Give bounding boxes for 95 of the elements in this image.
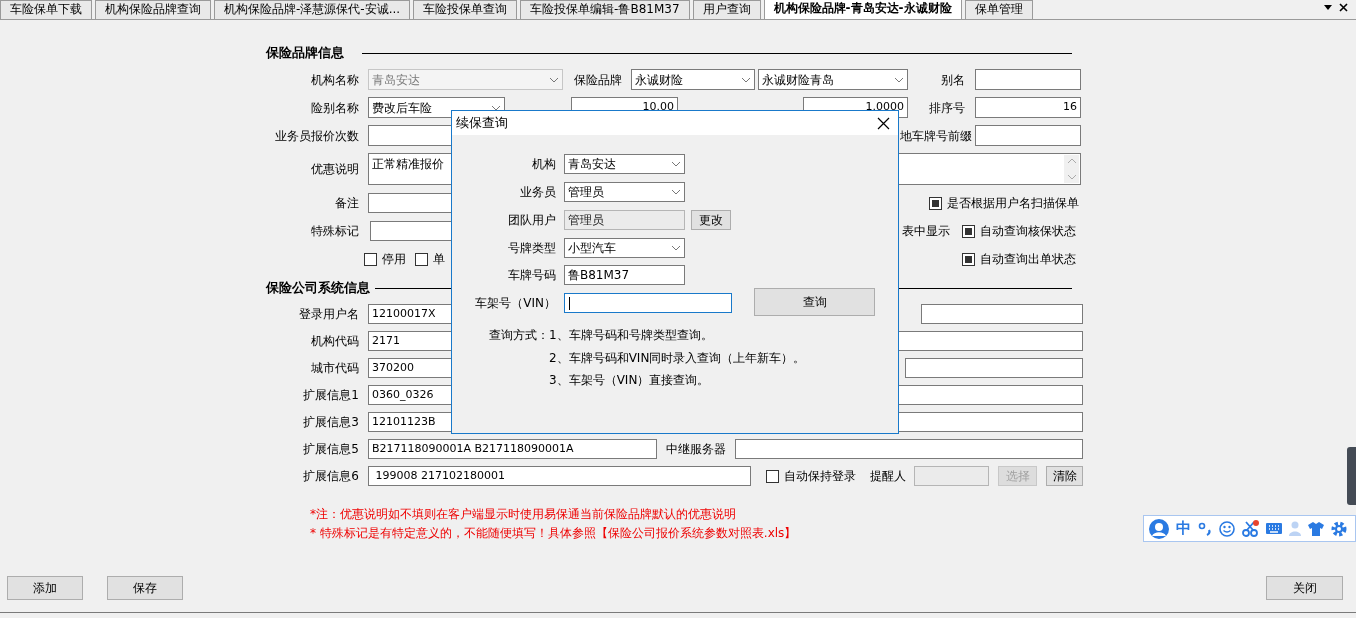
section-title: 保险品牌信息 [266,44,345,63]
shirt-icon[interactable] [1308,521,1324,536]
field-label: 排序号 [928,99,965,117]
checkbox[interactable] [364,252,377,266]
input-field[interactable] [898,331,1083,351]
field-label: 机构名称 [310,71,359,89]
chevron-icon[interactable] [894,76,904,83]
field-label: 登录用户名 [298,306,359,323]
tab[interactable]: 机构保险品牌-泽慧源保代-安诚... [214,0,411,19]
button[interactable]: 清除 [1046,466,1083,486]
dropdown[interactable]: 小型汽车 [564,238,685,258]
checkbox[interactable] [929,196,942,210]
input-field[interactable] [975,69,1081,90]
field-label: 扩展信息6 [302,468,359,485]
chevron-icon[interactable] [671,189,681,195]
button[interactable]: 关闭 [1266,576,1343,600]
tab[interactable]: 机构保险品牌-青岛安达-永诚财险 [763,0,962,19]
input-field[interactable] [735,439,1083,459]
field-label: 车架号（VIN） [474,295,556,312]
level-meter-icon [1347,447,1356,505]
field-label: 业务员报价次数 [274,127,359,145]
field-label: 扩展信息1 [302,387,359,404]
text-cursor [569,296,570,310]
field-label: 业务员 [519,184,556,201]
note-text: *注：优惠说明如不填则在客户端显示时使用易保通当前保险品牌默认的优惠说明 [309,506,736,522]
input-field[interactable] [975,125,1081,146]
dropdown-icon[interactable] [1323,3,1333,12]
field-label: 别名 [940,71,965,89]
button[interactable]: 添加 [7,576,83,600]
checkbox[interactable] [766,469,779,483]
checkbox-label: 单 [433,251,445,268]
chevron-icon[interactable] [741,76,751,83]
query-hint-text: 3、车架号（VIN）直接查询。 [549,372,710,388]
checkbox-label: 自动查询核保状态 [980,223,1076,240]
dropdown[interactable]: 青岛安达 [564,154,685,174]
query-hint-text: 2、车牌号码和VIN同时录入查询（上年新车）。 [549,350,806,366]
chevron-icon[interactable] [671,245,681,251]
close-icon[interactable] [877,116,890,130]
field-label: 优惠说明 [310,161,359,178]
dropdown[interactable]: 管理员 [564,182,685,202]
input-field[interactable]: 16 [975,97,1081,118]
tab[interactable]: 机构保险品牌查询 [95,0,211,19]
tab[interactable]: 用户查询 [692,0,761,19]
settings-icon[interactable] [1331,520,1347,537]
input-field[interactable] [898,412,1083,432]
smiley-icon[interactable] [1219,520,1235,537]
field-label: 城市代码 [310,360,359,377]
tab[interactable]: 保单管理 [964,0,1033,19]
chevron-icon[interactable] [671,161,681,167]
tab[interactable]: 车险投保单查询 [413,0,518,19]
close-icon[interactable] [1339,3,1348,12]
field-label: 机构代码 [310,333,359,350]
input-field[interactable]: B217118090001A B217118090001A [368,439,657,459]
keyboard-icon[interactable] [1266,522,1282,535]
field-label: 扩展信息5 [302,441,359,458]
checkbox-label: 自动查询出单状态 [980,251,1076,268]
checkbox-label: 是否根据用户名扫描保单 [947,195,1079,212]
tab[interactable]: 车险投保单编辑-鲁B81M37 [520,0,690,19]
input-field[interactable] [921,304,1083,324]
field-label: 表中显示 [901,223,950,240]
button[interactable]: 保存 [107,576,183,600]
input-field[interactable] [564,293,732,313]
dropdown[interactable]: 永诚财险青岛 [758,69,908,90]
input-field[interactable] [905,358,1083,378]
field-label: 备注 [334,195,359,212]
checkbox-label: 自动保持登录 [784,468,856,485]
query-hint-text: 查询方式：1、车牌号码和号牌类型查询。 [489,327,713,343]
field-label: 号牌类型 [507,240,556,257]
field-label: 特殊标记 [310,223,359,240]
field-label: 险别名称 [310,99,359,117]
field-label: 提醒人 [869,468,906,485]
input-field[interactable]: 鲁B81M37 [564,265,685,285]
tab[interactable]: 车险保单下载 [0,0,92,19]
button[interactable]: 查询 [754,288,875,316]
scissors-icon[interactable] [1242,520,1259,537]
field-label: 团队用户 [507,212,556,229]
field-label: 机构 [531,156,556,173]
checkbox[interactable] [962,252,975,266]
checkbox-label: 停用 [382,251,406,268]
checkbox[interactable] [962,224,975,238]
input-field[interactable] [898,385,1083,405]
input-field[interactable]: 199008 217102180001 [368,466,751,486]
field-label: 地车牌号前缀 [899,127,972,145]
field-label: 扩展信息3 [302,414,359,431]
field-label: 保险品牌 [573,71,622,89]
section-title: 保险公司系统信息 [266,279,371,298]
field-label: 车牌号码 [507,267,556,284]
field-label: 中继服务器 [665,441,726,458]
chevron-icon[interactable] [491,104,501,111]
note-text: * 特殊标记是有特定意义的，不能随便填写！具体参照【保险公司报价系统参数对照表.xls】 [309,525,797,541]
punctuation-icon[interactable] [1198,520,1212,537]
user-icon[interactable] [1149,518,1169,539]
dropdown[interactable]: 永诚财险 [631,69,755,90]
input-mode-toggle[interactable]: 中 [1176,517,1191,540]
checkbox[interactable] [415,252,428,266]
